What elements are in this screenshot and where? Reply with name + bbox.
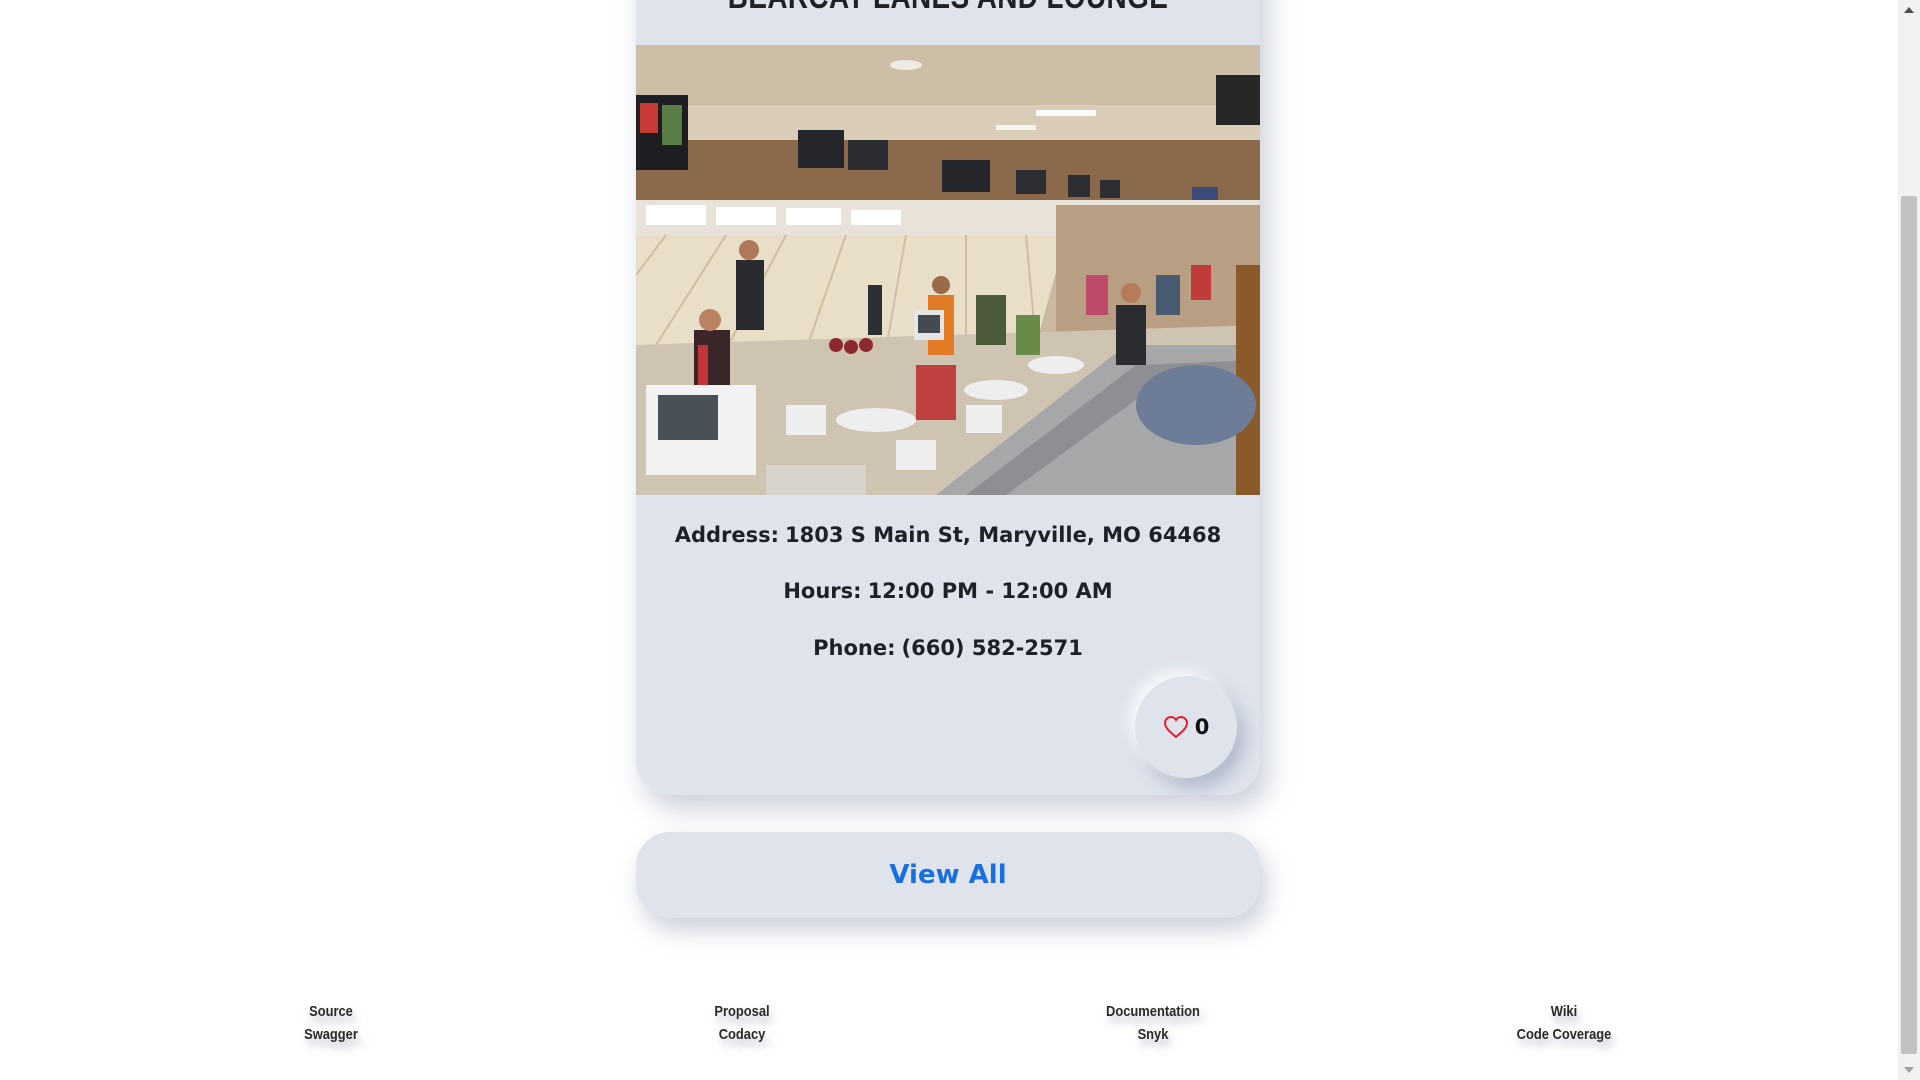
- like-button[interactable]: 0: [1135, 676, 1237, 778]
- venue-title: BEARCAT LANES AND LOUNGE: [692, 0, 1204, 17]
- footer-link-snyk[interactable]: Snyk: [1084, 1023, 1222, 1046]
- address-label: Address:: [674, 523, 780, 547]
- scroll-down-button[interactable]: [1898, 1060, 1920, 1080]
- page-viewport: BEARCAT LANES AND LOUNGE: [0, 0, 1898, 1080]
- footer-link-proposal[interactable]: Proposal: [673, 1000, 811, 1023]
- footer-link-wiki[interactable]: Wiki: [1495, 1000, 1633, 1023]
- vertical-scrollbar[interactable]: [1898, 0, 1920, 1080]
- bowling-alley-photo: [636, 45, 1260, 495]
- footer-column-1: Source Swagger: [251, 1000, 411, 1046]
- venue-phone: Phone: (660) 582-2571: [636, 636, 1260, 660]
- address-value: 1803 S Main St, Maryville, MO 64468: [785, 523, 1222, 547]
- venue-card: BEARCAT LANES AND LOUNGE: [636, 0, 1260, 795]
- venue-hours: Hours: 12:00 PM - 12:00 AM: [636, 579, 1260, 603]
- footer-column-2: Proposal Codacy: [662, 1000, 822, 1046]
- phone-label: Phone:: [813, 636, 896, 660]
- hours-label: Hours:: [783, 579, 862, 603]
- footer-column-4: Wiki Code Coverage: [1484, 1000, 1644, 1046]
- footer-link-documentation[interactable]: Documentation: [1084, 1000, 1222, 1023]
- phone-value: (660) 582-2571: [901, 636, 1083, 660]
- view-all-button[interactable]: View All: [636, 832, 1260, 918]
- chevron-up-icon: [1904, 7, 1914, 13]
- hours-value: 12:00 PM - 12:00 AM: [867, 579, 1113, 603]
- chevron-down-icon: [1904, 1067, 1914, 1073]
- footer-column-3: Documentation Snyk: [1073, 1000, 1233, 1046]
- footer-link-source[interactable]: Source: [262, 1000, 400, 1023]
- venue-photo: [636, 45, 1260, 495]
- footer-link-code-coverage[interactable]: Code Coverage: [1495, 1023, 1633, 1046]
- view-all-label: View All: [889, 860, 1007, 890]
- like-count: 0: [1194, 715, 1210, 739]
- footer-link-codacy[interactable]: Codacy: [673, 1023, 811, 1046]
- footer-link-swagger[interactable]: Swagger: [262, 1023, 400, 1046]
- scroll-up-button[interactable]: [1898, 0, 1920, 20]
- heart-icon: [1163, 715, 1188, 739]
- scroll-thumb[interactable]: [1901, 196, 1917, 1054]
- venue-address: Address: 1803 S Main St, Maryville, MO 64…: [636, 523, 1260, 547]
